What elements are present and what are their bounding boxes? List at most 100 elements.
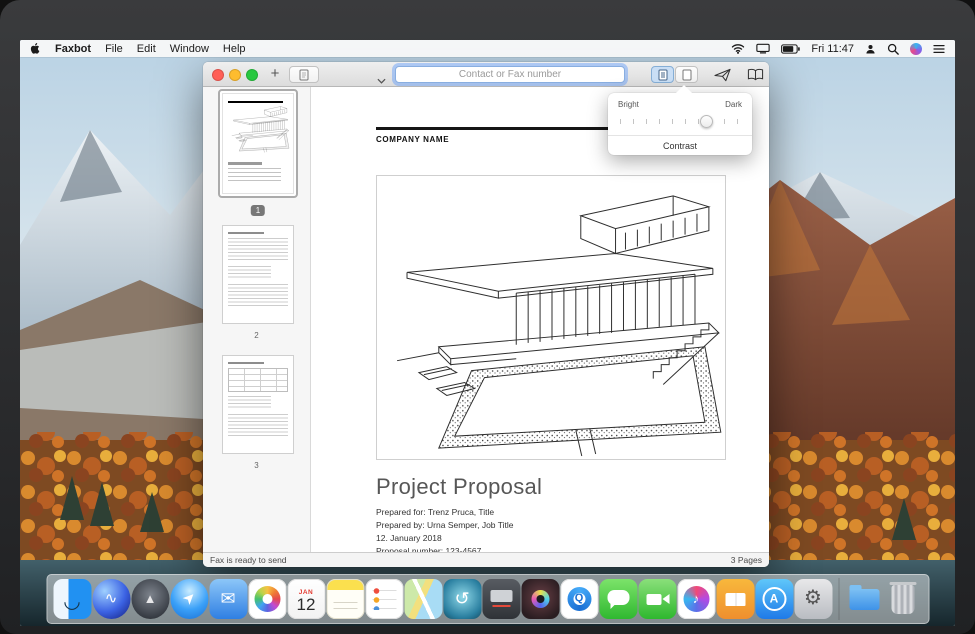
dock-item-maps[interactable] — [404, 579, 442, 619]
page-view-button[interactable] — [675, 66, 698, 83]
mini-heading-bar — [228, 362, 264, 364]
page-thumbnail-3[interactable] — [222, 355, 294, 454]
dock-item-messages[interactable] — [599, 579, 637, 619]
send-fax-button[interactable] — [709, 66, 735, 83]
menu-help[interactable]: Help — [223, 43, 246, 55]
screen-mirroring-icon[interactable] — [756, 43, 770, 54]
window-toolbar: + — [203, 62, 769, 87]
dock-item-safari[interactable]: ➤ — [170, 579, 208, 619]
menu-bar-clock[interactable]: Fri 11:47 — [811, 43, 854, 55]
dock-item-calendar[interactable]: JAN12 — [287, 579, 325, 619]
mini-table — [228, 368, 288, 392]
paper-plane-icon — [714, 68, 731, 82]
mini-text-bars — [228, 168, 281, 181]
mini-text-bars — [228, 414, 288, 438]
open-book-icon — [747, 68, 764, 81]
open-book-icon — [725, 593, 745, 606]
page-sidebar: 1 2 3 — [203, 87, 311, 552]
dock-item-quicktime[interactable]: Q — [560, 579, 598, 619]
company-name: COMPANY NAME — [376, 135, 449, 144]
contrast-popover: Bright Dark Contrast — [608, 93, 752, 155]
dock-item-photo-booth[interactable] — [521, 579, 559, 619]
dock-item-time-machine[interactable]: ↺ — [443, 579, 481, 619]
dock-item-books[interactable] — [716, 579, 754, 619]
dark-label: Dark — [725, 100, 742, 109]
dock-item-photos[interactable] — [248, 579, 286, 619]
status-message: Fax is ready to send — [210, 555, 287, 565]
dock-item-siri[interactable]: ∿ — [92, 579, 130, 619]
contrast-popover-title: Contrast — [663, 141, 697, 151]
detail-line: Proposal number: 123-4567 — [376, 545, 514, 552]
speech-bubble-icon — [607, 590, 629, 605]
page-1-preview — [222, 93, 294, 194]
menu-edit[interactable]: Edit — [137, 43, 156, 55]
folder-icon — [849, 589, 879, 610]
music-circle-icon — [683, 586, 709, 612]
contrast-slider[interactable] — [618, 115, 742, 129]
mini-heading-bar — [228, 232, 264, 234]
siri-icon[interactable] — [910, 43, 922, 55]
contrast-view-button[interactable] — [651, 66, 674, 83]
camera-lens-icon — [531, 590, 549, 608]
document-title: Project Proposal — [376, 474, 542, 500]
spotlight-search-icon[interactable] — [887, 43, 899, 55]
user-icon[interactable] — [865, 43, 876, 55]
slider-knob[interactable] — [700, 115, 713, 128]
detail-line: 12. January 2018 — [376, 532, 514, 545]
close-button[interactable] — [212, 69, 224, 81]
dock-item-facetime[interactable] — [638, 579, 676, 619]
popover-arrow — [676, 85, 692, 93]
video-camera-icon — [646, 594, 661, 605]
dock-separator — [838, 578, 839, 620]
app-menu-faxbot[interactable]: Faxbot — [55, 43, 91, 55]
mini-title-bar — [228, 162, 262, 165]
contacts-book-button[interactable] — [742, 66, 768, 83]
architecture-drawing-frame — [376, 175, 726, 460]
dock-item-mail[interactable]: ✉ — [209, 579, 247, 619]
dock-item-trash[interactable] — [884, 579, 922, 619]
notification-center-icon[interactable] — [933, 44, 945, 54]
document-details: Prepared for: Trenz Pruca, Title Prepare… — [376, 506, 514, 552]
battery-icon[interactable] — [781, 44, 800, 54]
fax-number-input[interactable] — [395, 66, 625, 83]
page-thumbnail-2[interactable] — [222, 225, 294, 324]
template-picker-button[interactable] — [289, 66, 319, 83]
map-icon — [404, 579, 442, 619]
dock: ◡ ∿ ▲ ➤ ✉ JAN12 ↺ Q ♪ A ⚙ — [46, 574, 929, 624]
dock-item-finder[interactable]: ◡ — [53, 579, 91, 619]
dock-item-itunes[interactable]: ♪ — [677, 579, 715, 619]
menu-window[interactable]: Window — [170, 43, 209, 55]
window-status-bar: Fax is ready to send 3 Pages — [203, 552, 769, 567]
add-page-button[interactable]: + — [265, 65, 285, 84]
detail-line: Prepared by: Urna Semper, Job Title — [376, 519, 514, 532]
wifi-icon[interactable] — [731, 43, 745, 54]
bright-label: Bright — [618, 100, 639, 109]
slider-ticks — [620, 119, 740, 124]
faxbot-window: + — [203, 62, 769, 567]
page-lines-icon — [658, 69, 668, 81]
mini-text-bars — [228, 238, 288, 262]
zoom-button[interactable] — [246, 69, 258, 81]
page-2-label: 2 — [254, 331, 258, 340]
notepad-icon — [333, 597, 357, 612]
dock-item-app-store[interactable]: A — [755, 579, 793, 619]
dock-item-downloads-folder[interactable] — [845, 579, 883, 619]
mini-text-bars — [228, 396, 271, 410]
dock-item-notes[interactable] — [326, 579, 364, 619]
dock-item-launchpad[interactable]: ▲ — [131, 579, 169, 619]
dock-item-system-preferences[interactable]: ⚙ — [794, 579, 832, 619]
mini-text-bars — [228, 284, 288, 308]
calendar-day: 12 — [297, 596, 316, 613]
dock-item-printer[interactable] — [482, 579, 520, 619]
mini-text-bars — [228, 266, 271, 280]
apple-menu[interactable] — [30, 42, 41, 55]
menu-file[interactable]: File — [105, 43, 123, 55]
minimize-button[interactable] — [229, 69, 241, 81]
dock-item-reminders[interactable] — [365, 579, 403, 619]
desktop: Faxbot File Edit Window Help Fri 11:47 — [20, 40, 955, 626]
page-thumbnail-1[interactable]: 1 — [218, 89, 298, 198]
trash-bin-icon — [892, 585, 915, 614]
house-drawing — [377, 176, 725, 459]
page-3-label: 3 — [254, 461, 258, 470]
printer-icon — [490, 590, 512, 602]
